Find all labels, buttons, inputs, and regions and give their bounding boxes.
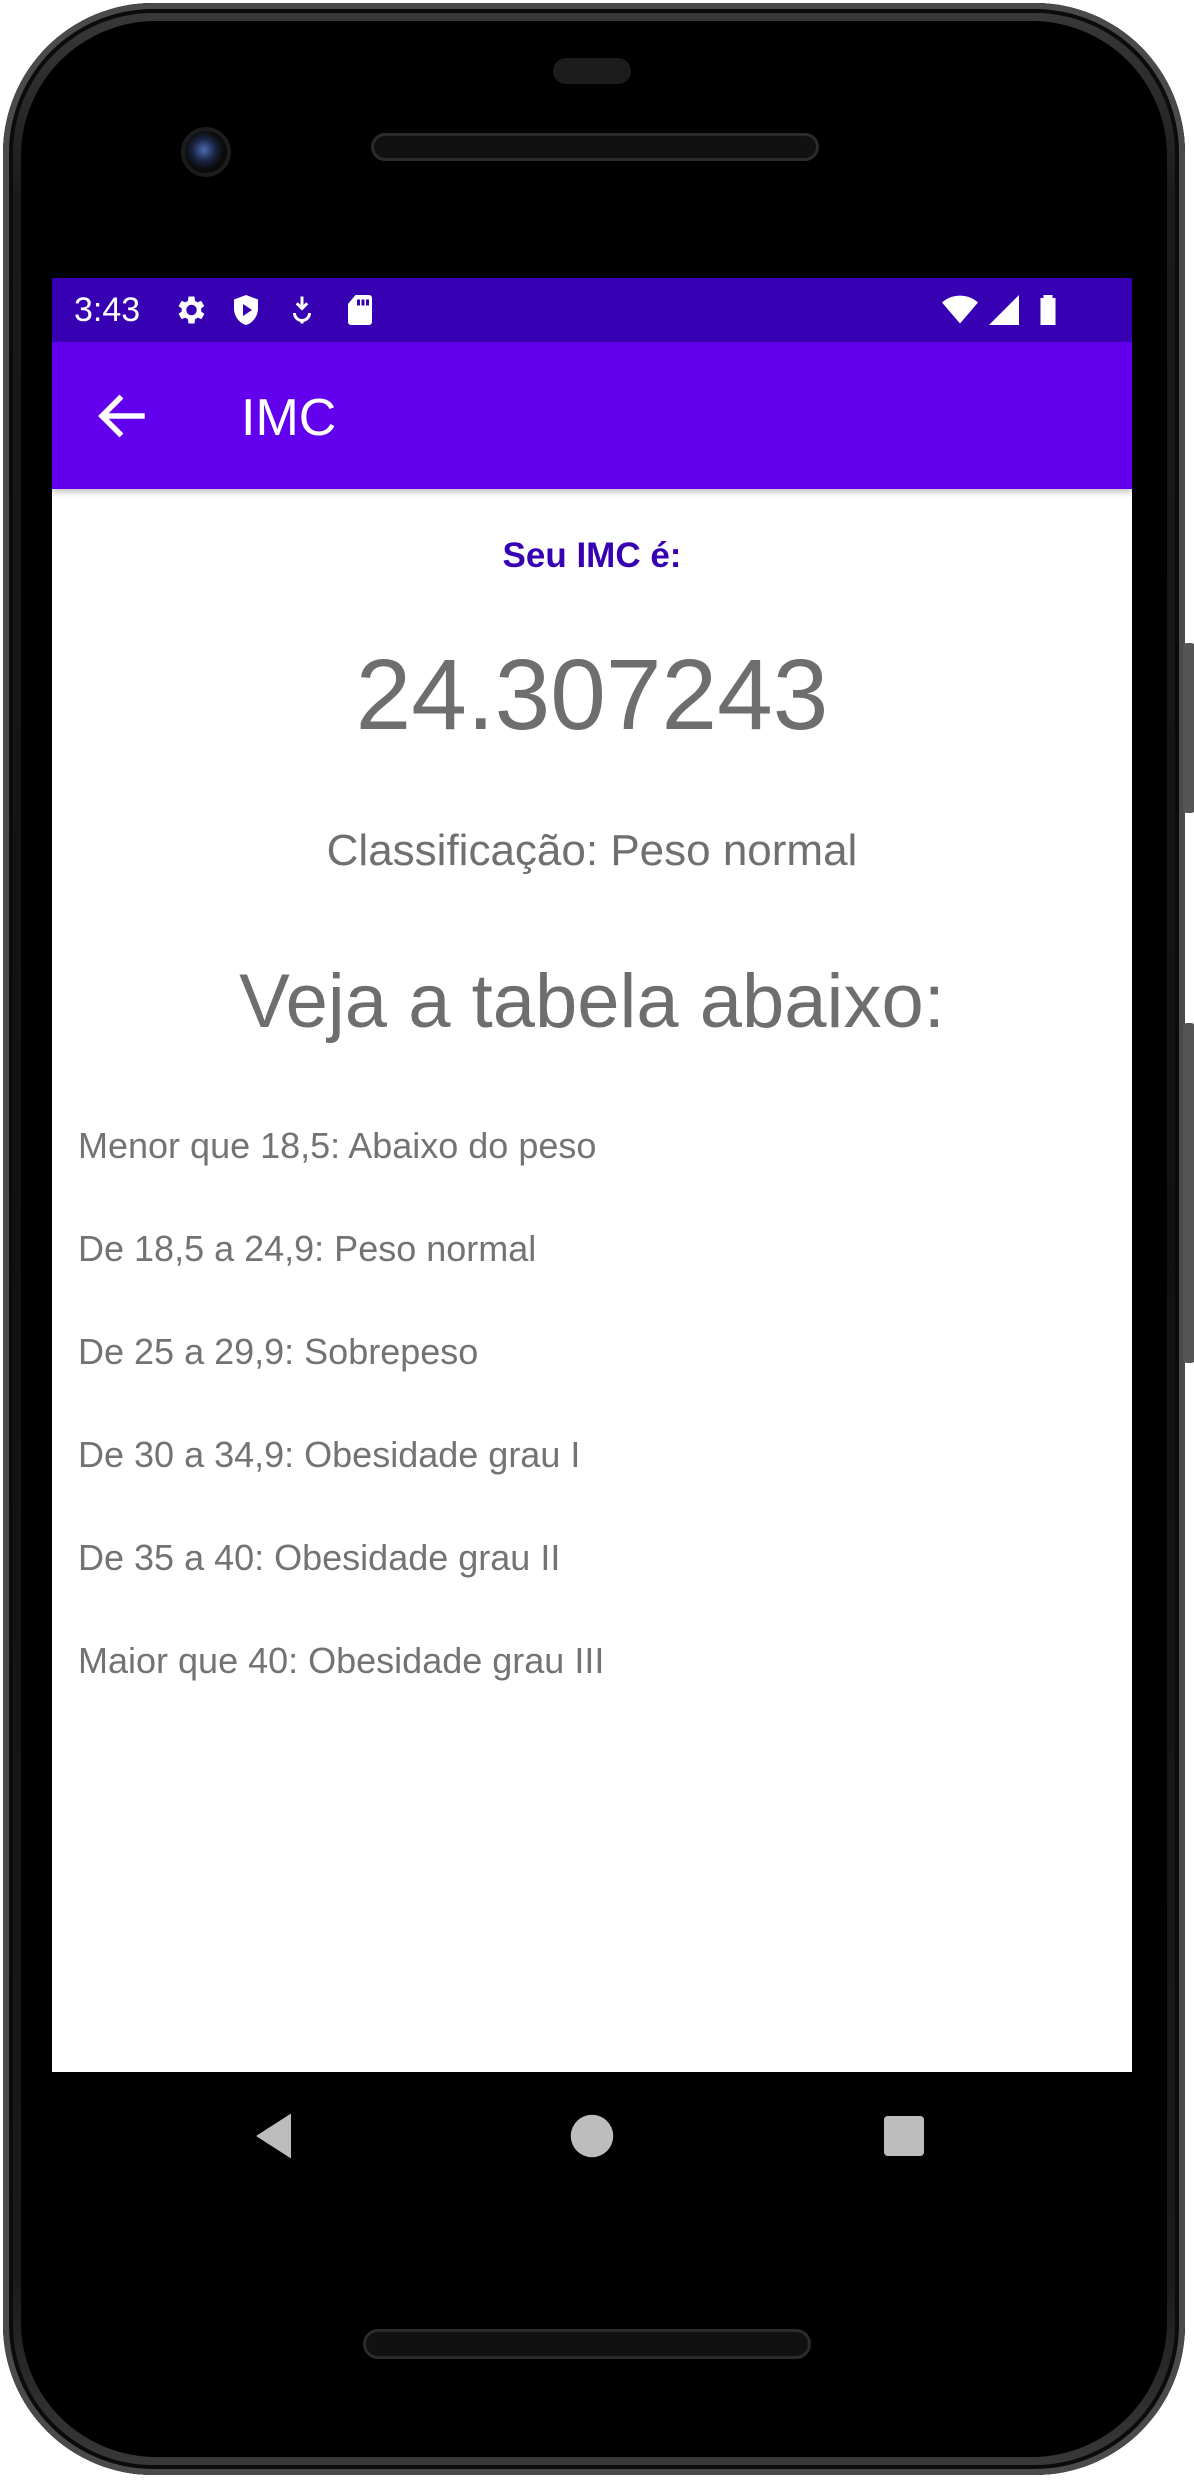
recents-square-icon[interactable] xyxy=(874,2106,934,2166)
table-item-underweight: Menor que 18,5: Abaixo do peso xyxy=(78,1125,597,1166)
top-sensor xyxy=(553,58,631,84)
arrow-back-icon[interactable] xyxy=(92,386,152,446)
bottom-speaker xyxy=(363,2329,811,2359)
front-camera-icon xyxy=(181,127,231,177)
app-bar: IMC xyxy=(52,342,1132,489)
table-item-normal: De 18,5 a 24,9: Peso normal xyxy=(78,1228,537,1269)
table-item-obesity-1: De 30 a 34,9: Obesidade grau I xyxy=(78,1434,581,1475)
wifi-icon xyxy=(942,295,978,324)
table-item-obesity-2: De 35 a 40: Obesidade grau II xyxy=(78,1537,561,1578)
cell-signal-icon xyxy=(989,295,1019,325)
app-title: IMC xyxy=(241,389,337,447)
table-item-overweight: De 25 a 29,9: Sobrepeso xyxy=(78,1331,479,1372)
sd-card-icon xyxy=(348,295,372,325)
app-screen: 3:43 IMC Seu IMC é: 24.307243 Classifica… xyxy=(52,278,1132,2072)
status-time: 3:43 xyxy=(74,291,141,329)
imc-label: Seu IMC é: xyxy=(502,536,682,575)
top-speaker xyxy=(371,133,819,161)
battery-icon xyxy=(1040,295,1056,325)
table-heading: Veja a tabela abaixo: xyxy=(239,959,945,1044)
settings-icon xyxy=(178,296,205,324)
shield-icon xyxy=(234,295,258,325)
power-button xyxy=(1183,643,1194,813)
home-circle-icon[interactable] xyxy=(562,2106,622,2166)
navigation-bar xyxy=(52,2072,1132,2198)
imc-value: 24.307243 xyxy=(355,639,829,751)
status-bar: 3:43 xyxy=(52,278,1132,342)
back-triangle-icon[interactable] xyxy=(246,2106,306,2166)
table-item-obesity-3: Maior que 40: Obesidade grau III xyxy=(78,1640,605,1681)
volume-button xyxy=(1183,1023,1194,1363)
classification-text: Classificação: Peso normal xyxy=(326,826,858,875)
location-download-icon xyxy=(293,296,311,324)
